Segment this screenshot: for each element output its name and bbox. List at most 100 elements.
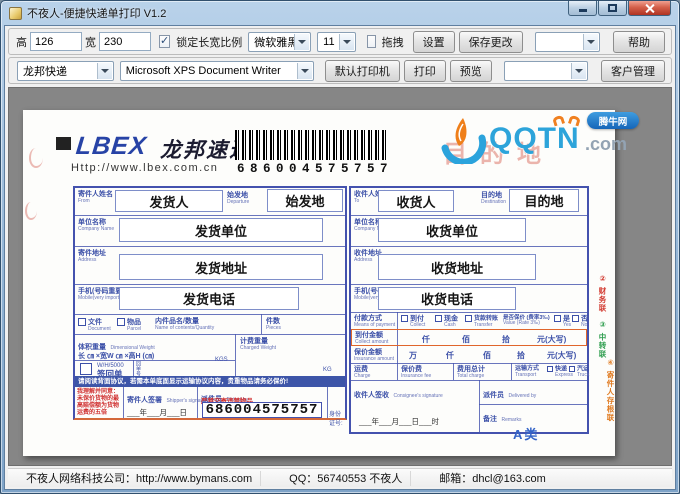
- chevron-down-icon: [97, 63, 112, 79]
- font-size-select[interactable]: 11: [317, 32, 356, 52]
- pieces-label: 件数Pieces: [266, 318, 281, 332]
- font-name-select[interactable]: 微软雅黑: [248, 32, 311, 52]
- lbex-logo-square: [56, 137, 71, 150]
- parcel-option: 物品 Parcel: [117, 318, 141, 332]
- lock-ratio-label: 锁定长宽比例: [176, 34, 242, 50]
- total-charge-label: 费用总计Total charge: [457, 366, 485, 380]
- toolbar-row-2: 龙邦快递 Microsoft XPS Document Writer 默认打印机…: [8, 57, 672, 84]
- charge-label: 运费Charge: [354, 366, 370, 380]
- kg-label: KG: [323, 358, 332, 376]
- drag-checkbox[interactable]: [367, 35, 376, 48]
- receiver-name-field: 收货人: [378, 190, 454, 212]
- stamp-arc: [29, 148, 43, 168]
- printer-select[interactable]: Microsoft XPS Document Writer: [120, 61, 314, 81]
- print-button[interactable]: 打印: [404, 60, 446, 82]
- barcode: [235, 130, 387, 160]
- kgs-label: KGS: [215, 348, 228, 366]
- copy-label-sender-stub: ④ 寄件人存根联: [605, 358, 616, 422]
- minimize-icon: [579, 9, 587, 12]
- qqtn-brand-text: QQTN: [489, 122, 580, 156]
- app-icon: [9, 7, 22, 20]
- maximize-button[interactable]: [598, 1, 627, 16]
- truck-option: 汽运 Truck: [569, 366, 589, 379]
- customer-select[interactable]: [504, 61, 588, 81]
- receiver-block: 收件人姓名To 收货人 目的地Destination 目的地 单位名称Compa…: [349, 186, 589, 434]
- height-label: 高: [16, 34, 27, 50]
- width-label: 宽: [85, 34, 96, 50]
- insure-question-label: 是否保价 (费率3‰) Value (Rate 3‰): [503, 315, 550, 327]
- insurance-amount-label: 保价金额Insurance amount: [354, 349, 394, 363]
- settings-button[interactable]: 设置: [413, 31, 455, 53]
- status-company: 不夜人网络科技公司：http://www.bymans.com: [18, 471, 261, 486]
- save-changes-button[interactable]: 保存更改: [459, 31, 523, 53]
- chevron-down-icon: [294, 34, 309, 50]
- close-button[interactable]: [628, 1, 671, 16]
- disclaimer-text: 我理解并同意：未保价货物的最高赔偿额为货物运费的五倍: [77, 389, 122, 417]
- destination-label: 目的地Destination: [481, 192, 506, 206]
- receiver-mobile-field: 收货电话: [378, 287, 516, 310]
- lbex-url: Http://www.lbex.com.cn: [71, 162, 218, 174]
- charged-weight-label: 计费重量Charged Weight: [240, 338, 276, 352]
- help-button[interactable]: 帮助: [613, 31, 665, 53]
- class-label: A类: [513, 424, 539, 443]
- lbex-logo-text: LBEX: [74, 132, 148, 161]
- waybill-preview-area[interactable]: LBEX 龙邦速递 Http://www.lbex.com.cn 6860045…: [8, 87, 672, 466]
- receipt-checkbox: [80, 363, 92, 375]
- maximize-icon: [608, 4, 617, 12]
- chevron-down-icon: [297, 63, 312, 79]
- lock-ratio-checkbox[interactable]: ✓: [159, 35, 170, 48]
- title-bar[interactable]: 不夜人-便捷快递单打印 V1.2: [1, 1, 679, 25]
- qqtn-suffix-text: .com: [585, 134, 627, 155]
- payment-method-label: 付款方式Means of payment: [354, 315, 395, 329]
- consignee-sign-date: ___年___月___日___时: [359, 416, 439, 427]
- qqtn-logo-icon: [437, 114, 487, 164]
- window-title: 不夜人-便捷快递单打印 V1.2: [27, 5, 166, 21]
- id-number-label: 身份证号:: [329, 409, 345, 427]
- origin-field: 始发地: [267, 189, 343, 212]
- delivered-by-label: 派件员 Delivered by: [483, 384, 536, 402]
- toolbar-row-1: 高 宽 ✓ 锁定长宽比例 微软雅黑 11 拖拽 设置 保存更改: [8, 28, 672, 55]
- preset-select[interactable]: [535, 32, 600, 52]
- status-bar: 不夜人网络科技公司：http://www.bymans.com QQ：56740…: [8, 468, 672, 487]
- tracking-number-box: 686004575757: [202, 402, 322, 418]
- chevron-down-icon: [571, 63, 586, 79]
- insurance-fee-label: 保价费Insurance fee: [401, 366, 431, 380]
- app-window: 不夜人-便捷快递单打印 V1.2 高 宽 ✓ 锁定长宽比例 微软雅黑: [0, 0, 680, 494]
- document-checkbox: [78, 318, 86, 326]
- insure-no-option: 否 No: [572, 315, 588, 329]
- sender-company-label: 单位名称Company Name: [78, 219, 114, 233]
- copy-label-transit: ③ 中转联: [597, 320, 608, 359]
- sender-mobile-field: 发货电话: [119, 287, 299, 310]
- barcode-number: 686004575757: [237, 162, 393, 176]
- courier-select[interactable]: 龙邦快递: [17, 61, 114, 81]
- minimize-button[interactable]: [568, 1, 597, 16]
- collect-amount-row: 到付金额Collect amount 仟 佰 拾 元(大写): [351, 329, 587, 346]
- sender-company-field: 发货单位: [119, 218, 323, 242]
- notice-banner: 请阅读背面协议，若需本单底面显示运输协议内容，贵重物品请务必保价!: [75, 376, 345, 387]
- insure-yes-option: 是 Yes: [554, 315, 571, 329]
- sender-name-label: 寄件人姓名From: [78, 191, 113, 205]
- consignee-sign-label: 收件人签收 Consignee's signature: [354, 384, 443, 402]
- sender-address-field: 发货地址: [119, 254, 323, 280]
- origin-label: 始发地Departure: [227, 192, 249, 206]
- pay-transfer-option: 货款转账 Transfer: [465, 315, 498, 328]
- qqtn-badge: 腾牛网: [587, 112, 639, 129]
- width-input[interactable]: [99, 32, 151, 51]
- caption-buttons: [567, 1, 671, 16]
- contents-label: 内件品名/数量Name of contents/Quantity: [155, 318, 214, 332]
- pay-collect-option: 到付 Collect: [401, 315, 425, 329]
- qqtn-watermark: QQTN .com 腾牛网: [437, 112, 667, 172]
- status-email: 邮箱：dhcl@163.com: [431, 471, 554, 486]
- parcel-checkbox: [117, 318, 125, 326]
- document-option: 文件 Document: [78, 318, 111, 332]
- height-input[interactable]: [30, 32, 82, 51]
- default-printer-button[interactable]: 默认打印机: [325, 60, 400, 82]
- close-icon: [645, 3, 655, 13]
- customer-manage-button[interactable]: 客户管理: [601, 60, 665, 82]
- collect-amount-label: 到付金额Collect amount: [355, 332, 388, 346]
- chevron-down-icon: [583, 34, 598, 50]
- transport-label: 运输方式 Transport: [515, 366, 539, 378]
- sender-name-field: 发货人: [115, 190, 223, 212]
- sender-block: 寄件人姓名From 发货人 始发地Departure 始发地 单位名称Compa…: [73, 186, 347, 420]
- preview-button[interactable]: 预览: [450, 60, 492, 82]
